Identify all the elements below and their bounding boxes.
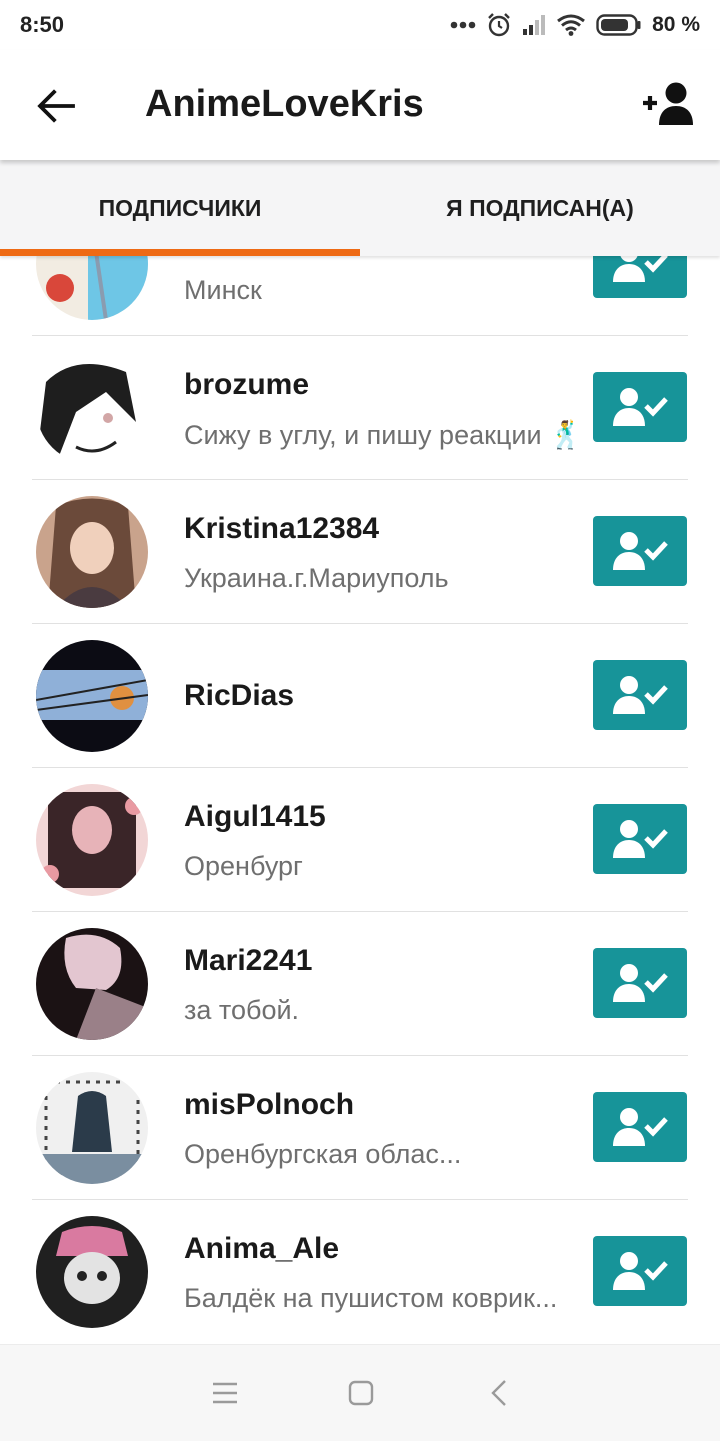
avatar[interactable] — [36, 784, 148, 896]
user-description: Оренбург — [184, 851, 303, 881]
home-button[interactable] — [331, 1365, 391, 1421]
signal-icon — [522, 14, 546, 36]
following-toggle-button[interactable] — [593, 1092, 687, 1162]
more-dots-icon — [450, 21, 476, 29]
back-chevron-icon — [491, 1380, 506, 1406]
username: brozume — [184, 368, 310, 401]
arrow-left-icon — [37, 89, 75, 123]
avatar[interactable] — [36, 256, 148, 320]
following-toggle-button[interactable] — [593, 516, 687, 586]
user-description: Минск — [184, 275, 262, 305]
avatar[interactable] — [36, 352, 148, 464]
battery-level: 80 % — [652, 13, 700, 36]
menu-icon — [213, 1382, 237, 1404]
user-check-icon — [613, 532, 668, 570]
username: Mari2241 — [184, 944, 313, 977]
avatar[interactable] — [36, 496, 148, 608]
tabs: ПОДПИСЧИКИ Я ПОДПИСАН(А) — [0, 160, 720, 256]
list-item[interactable]: misPolnoch Оренбургская облас... — [0, 1056, 720, 1200]
following-toggle-button[interactable] — [593, 660, 687, 730]
active-tab-indicator — [0, 249, 360, 256]
battery-icon — [596, 13, 642, 37]
system-back-button[interactable] — [469, 1365, 529, 1421]
list-item[interactable]: Минск — [0, 256, 720, 336]
home-square-icon — [348, 1380, 374, 1406]
username: Kristina12384 — [184, 512, 380, 545]
status-bar: 8:50 80 % — [0, 0, 720, 50]
username: misPolnoch — [184, 1088, 355, 1121]
following-toggle-button[interactable] — [593, 256, 687, 298]
list-item[interactable]: Aigul1415 Оренбург — [0, 768, 720, 912]
list-item[interactable]: RicDias — [0, 624, 720, 768]
back-button[interactable] — [30, 80, 82, 132]
alarm-icon — [486, 12, 512, 38]
user-description: Сижу в углу, и пишу реакции 🕺 — [184, 420, 583, 450]
status-icons: 80 % — [450, 10, 700, 40]
followers-list: Минск brozume Сижу в углу, и пишу реакци… — [0, 256, 720, 1344]
list-item[interactable]: brozume Сижу в углу, и пишу реакции 🕺 — [0, 336, 720, 480]
following-toggle-button[interactable] — [593, 372, 687, 442]
user-check-icon — [613, 256, 668, 282]
app-bar: AnimeLoveKris — [0, 50, 720, 160]
following-toggle-button[interactable] — [593, 804, 687, 874]
user-description: Украина.г.Мариуполь — [184, 563, 449, 593]
user-check-icon — [613, 388, 668, 426]
status-time: 8:50 — [20, 12, 65, 37]
user-check-icon — [613, 964, 668, 1002]
user-description: Балдёк на пушистом коврик... — [184, 1283, 558, 1313]
user-check-icon — [613, 1252, 668, 1290]
avatar[interactable] — [36, 1216, 148, 1328]
list-item[interactable]: Anima_Ale Балдёк на пушистом коврик... — [0, 1200, 720, 1344]
user-description: Оренбургская облас... — [184, 1139, 462, 1169]
avatar[interactable] — [36, 1072, 148, 1184]
page-title: AnimeLoveKris — [145, 83, 424, 125]
user-check-icon — [613, 676, 668, 714]
system-nav-bar — [0, 1344, 720, 1441]
list-item[interactable]: Kristina12384 Украина.г.Мариуполь — [0, 480, 720, 624]
avatar[interactable] — [36, 928, 148, 1040]
avatar[interactable] — [36, 640, 148, 752]
recent-apps-button[interactable] — [195, 1365, 255, 1421]
user-check-icon — [613, 820, 668, 858]
add-user-icon — [643, 82, 693, 125]
list-item[interactable]: Mari2241 за тобой. — [0, 912, 720, 1056]
wifi-icon — [556, 14, 586, 36]
username: Aigul1415 — [184, 800, 326, 833]
tab-following[interactable]: Я ПОДПИСАН(А) — [360, 160, 720, 256]
following-toggle-button[interactable] — [593, 948, 687, 1018]
add-user-button[interactable] — [638, 76, 702, 132]
username: Anima_Ale — [184, 1232, 340, 1265]
following-toggle-button[interactable] — [593, 1236, 687, 1306]
user-description: за тобой. — [184, 995, 300, 1025]
tab-followers[interactable]: ПОДПИСЧИКИ — [0, 160, 360, 256]
user-check-icon — [613, 1108, 668, 1146]
username: RicDias — [184, 679, 295, 712]
